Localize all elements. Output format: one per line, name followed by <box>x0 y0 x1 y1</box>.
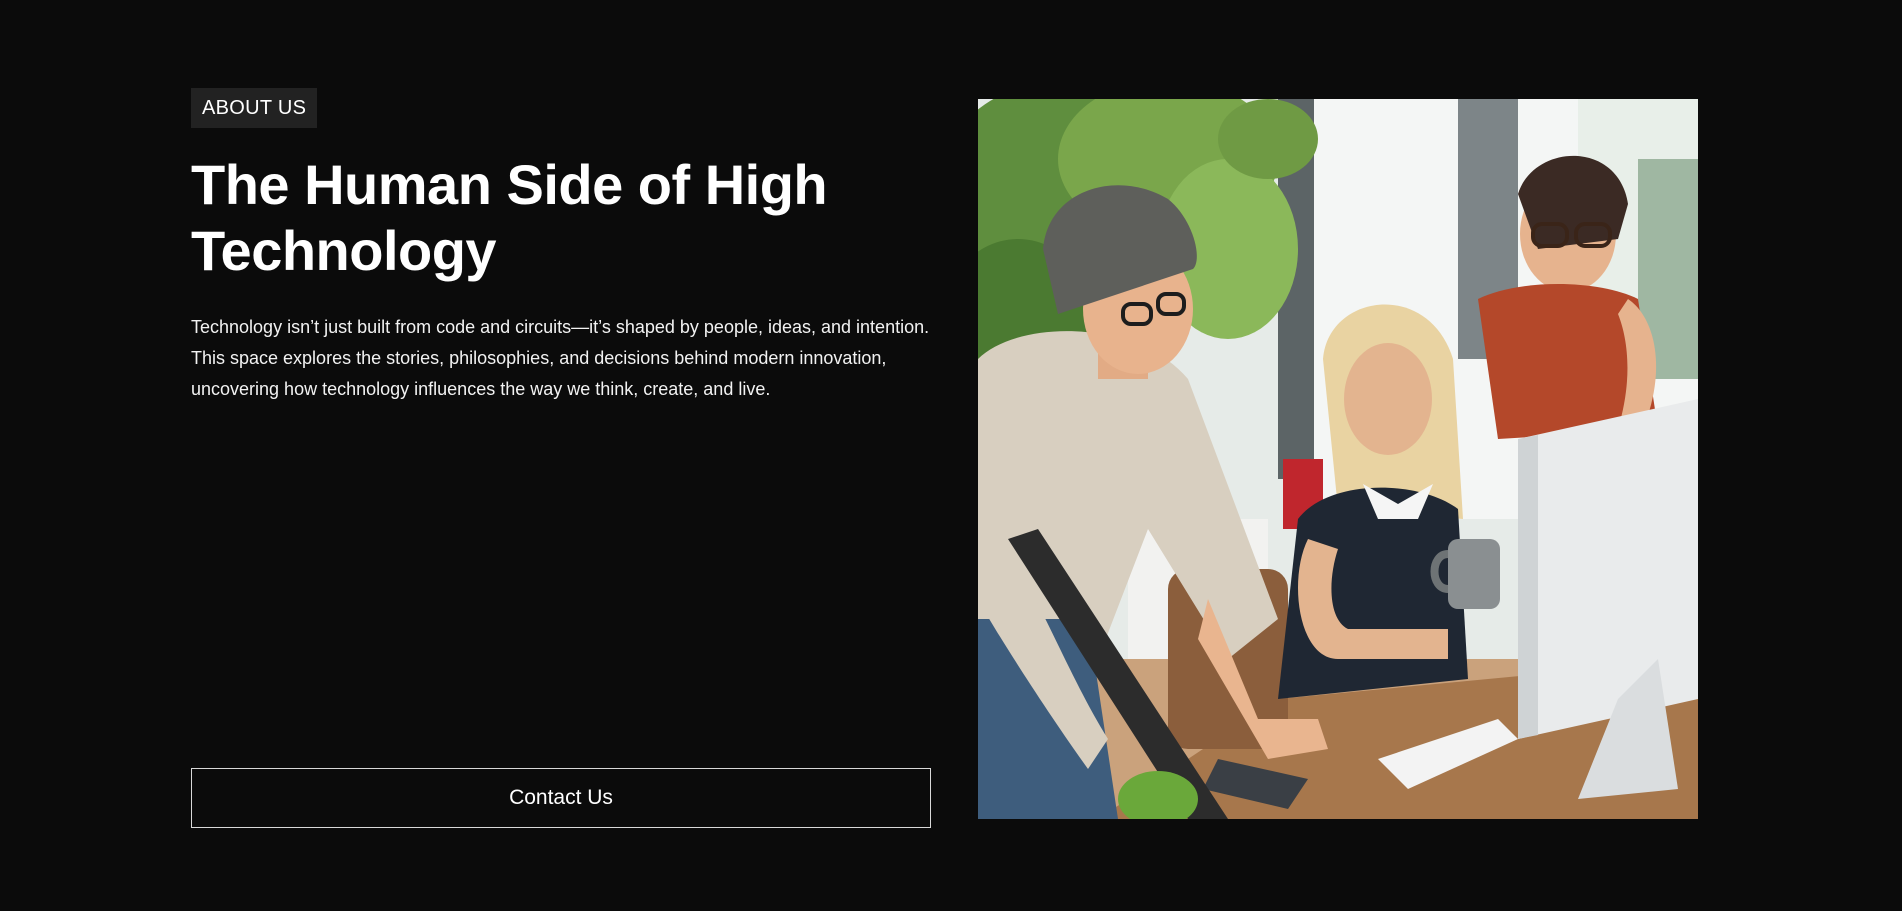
page-title: The Human Side of High Technology <box>191 153 828 282</box>
contact-button[interactable]: Contact Us <box>191 768 931 828</box>
team-photo-illustration <box>978 99 1698 819</box>
about-section: ABOUT US The Human Side of High Technolo… <box>0 0 1902 911</box>
section-tag: ABOUT US <box>191 88 318 128</box>
about-content: ABOUT US The Human Side of High Technolo… <box>191 88 933 830</box>
team-photo <box>978 99 1698 819</box>
about-description: Technology isn’t just built from code an… <box>191 317 930 399</box>
